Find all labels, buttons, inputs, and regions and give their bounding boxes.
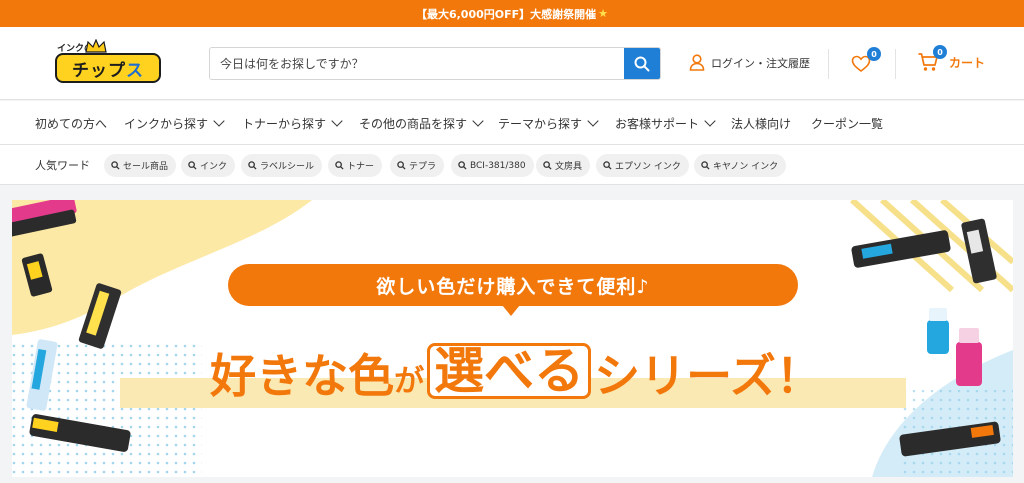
- keyword-chip[interactable]: ラベルシール: [241, 154, 323, 177]
- search-button[interactable]: [624, 48, 660, 79]
- keyword-chip-label: 文房具: [555, 162, 583, 172]
- nav-item-coupons[interactable]: クーポン一覧: [811, 101, 883, 145]
- nav-item-label: クーポン一覧: [811, 116, 884, 131]
- keyword-chip-label: トナー: [347, 162, 375, 172]
- nav-item-label: トナーから探す: [242, 116, 327, 131]
- popular-keywords-label: 人気ワード: [35, 159, 90, 172]
- nav-item-business[interactable]: 法人様向け: [731, 101, 791, 145]
- headline-part-c: 選べる: [427, 343, 592, 399]
- ink-bottle-image: [956, 328, 982, 386]
- search-bar: [209, 47, 661, 80]
- toner-cartridge-image: [851, 230, 951, 268]
- keyword-chip[interactable]: エプソン インク: [596, 154, 689, 177]
- keyword-chip[interactable]: キヤノン インク: [694, 154, 787, 177]
- nav-item-other-products[interactable]: その他の商品を探す: [359, 101, 484, 145]
- sparkle-icon: ★: [598, 7, 609, 20]
- keyword-chip-label: BCI-381/380: [470, 160, 526, 171]
- search-icon: [634, 56, 650, 71]
- keyword-chip[interactable]: BCI-381/380: [451, 154, 534, 177]
- promo-banner[interactable]: 【最大6,000円OFF】大感謝祭開催 ★: [0, 0, 1024, 27]
- search-input[interactable]: [210, 48, 624, 79]
- nav-item-support[interactable]: お客様サポート: [615, 101, 716, 145]
- logo-wordmark: チップス: [55, 53, 161, 83]
- crown-icon: [85, 39, 107, 53]
- keyword-chip-label: キヤノン インク: [713, 162, 779, 172]
- cart-count-badge: 0: [933, 45, 947, 59]
- wishlist-count-badge: 0: [867, 47, 881, 61]
- keyword-chip[interactable]: インク: [181, 154, 236, 177]
- keyword-chip-label: エプソン インク: [615, 162, 681, 172]
- ink-bottle-image: [927, 308, 949, 354]
- nav-item-first-time[interactable]: 初めての方へ: [35, 101, 107, 145]
- banner-headline: 好きな色 が 選べる シリーズ！: [136, 335, 896, 399]
- keyword-chip[interactable]: テプラ: [390, 154, 445, 177]
- search-icon: [335, 161, 344, 170]
- search-icon: [248, 161, 257, 170]
- headline-part-a: 好きな色: [210, 349, 395, 403]
- promo-text: 【最大6,000円OFF】大感謝祭開催: [415, 7, 597, 21]
- popular-keywords-bar: 人気ワード セール商品 インク ラベルシール トナー テプラ BCI-381/3…: [0, 145, 1024, 185]
- search-icon: [603, 161, 612, 170]
- cart-label: カート: [949, 55, 986, 70]
- site-logo[interactable]: インクの チップス: [55, 39, 161, 87]
- search-icon: [543, 161, 552, 170]
- keyword-chip-label: セール商品: [123, 162, 169, 172]
- banner-tagline: 欲しい色だけ購入できて便利♪: [228, 264, 798, 306]
- keyword-chip-label: ラベルシール: [260, 162, 315, 172]
- header-divider: [828, 49, 829, 79]
- search-icon: [458, 161, 467, 170]
- search-icon: [188, 161, 197, 170]
- search-icon: [111, 161, 120, 170]
- banner-tagline-text: 欲しい色だけ購入できて便利♪: [376, 275, 650, 298]
- keyword-chip-label: テプラ: [409, 162, 437, 172]
- header-divider: [895, 49, 896, 79]
- site-header: インクの チップス ログイン・注文履歴 0: [0, 27, 1024, 100]
- keyword-chip[interactable]: セール商品: [104, 154, 177, 177]
- chevron-down-icon: [704, 115, 716, 127]
- main-nav: 初めての方へ インクから探す トナーから探す その他の商品を探す テーマから探す…: [0, 101, 1024, 145]
- nav-item-theme[interactable]: テーマから探す: [498, 101, 599, 145]
- chevron-down-icon: [213, 115, 225, 127]
- keyword-chip[interactable]: 文房具: [536, 154, 591, 177]
- search-icon: [701, 161, 710, 170]
- nav-item-label: 法人様向け: [731, 116, 792, 131]
- cart-button[interactable]: 0 カート: [917, 45, 986, 73]
- nav-item-label: お客様サポート: [615, 116, 700, 131]
- nav-item-ink[interactable]: インクから探す: [124, 101, 225, 145]
- chevron-down-icon: [331, 115, 343, 127]
- logo-wordmark-part2: ス: [126, 60, 144, 81]
- nav-item-label: テーマから探す: [498, 116, 583, 131]
- keyword-chip-label: インク: [200, 162, 228, 172]
- user-icon: [689, 54, 705, 71]
- nav-item-label: その他の商品を探す: [359, 116, 468, 131]
- headline-part-d: シリーズ！: [594, 349, 822, 403]
- chevron-down-icon: [472, 115, 484, 127]
- wishlist-button[interactable]: 0: [851, 47, 881, 75]
- login-link[interactable]: ログイン・注文履歴: [689, 54, 810, 71]
- search-icon: [397, 161, 406, 170]
- keyword-chip[interactable]: トナー: [328, 154, 383, 177]
- headline-part-b: が: [394, 364, 425, 399]
- cart-icon-wrap: 0: [917, 45, 947, 73]
- chevron-down-icon: [587, 115, 599, 127]
- login-label: ログイン・注文履歴: [711, 56, 810, 70]
- logo-wordmark-part1: チップ: [72, 60, 126, 81]
- speech-bubble-tail: [502, 305, 520, 316]
- nav-item-label: 初めての方へ: [35, 116, 108, 131]
- nav-item-toner[interactable]: トナーから探す: [242, 101, 343, 145]
- nav-item-label: インクから探す: [124, 116, 209, 131]
